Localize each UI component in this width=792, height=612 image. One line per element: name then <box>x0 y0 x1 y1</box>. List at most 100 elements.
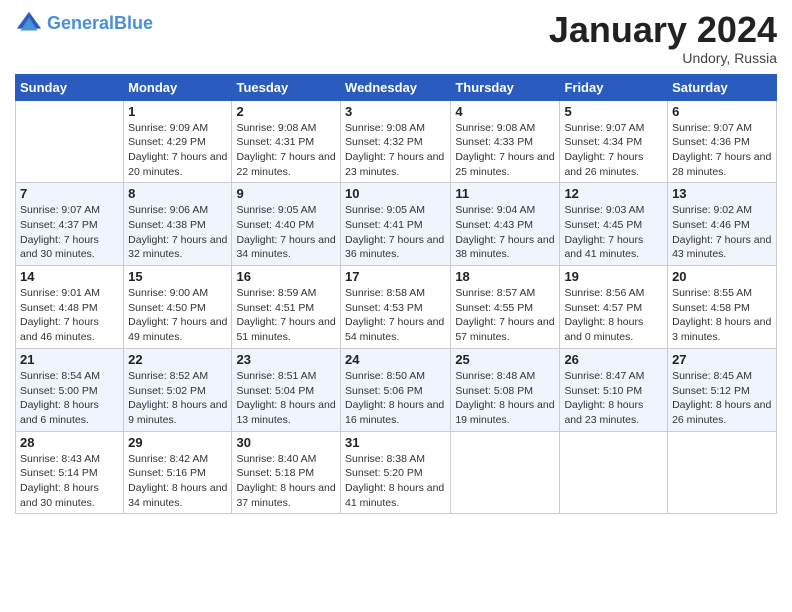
day-number: 2 <box>236 104 336 119</box>
day-number: 28 <box>20 435 119 450</box>
day-info: Sunrise: 8:43 AMSunset: 5:14 PMDaylight:… <box>20 452 119 511</box>
title-section: January 2024 Undory, Russia <box>549 10 777 66</box>
calendar-cell: 3 Sunrise: 9:08 AMSunset: 4:32 PMDaylight… <box>341 100 451 183</box>
calendar-cell: 21 Sunrise: 8:54 AMSunset: 5:00 PMDayligh… <box>16 348 124 431</box>
logo-line2: Blue <box>114 13 153 33</box>
day-number: 11 <box>455 186 555 201</box>
day-number: 27 <box>672 352 772 367</box>
day-number: 24 <box>345 352 446 367</box>
day-number: 19 <box>564 269 663 284</box>
day-info: Sunrise: 8:40 AMSunset: 5:18 PMDaylight:… <box>236 452 336 511</box>
calendar-cell: 10 Sunrise: 9:05 AMSunset: 4:41 PMDayligh… <box>341 183 451 266</box>
calendar-cell: 27 Sunrise: 8:45 AMSunset: 5:12 PMDayligh… <box>668 348 777 431</box>
weekday-header: Tuesday <box>232 74 341 100</box>
calendar-cell <box>451 431 560 514</box>
logo: GeneralBlue <box>15 10 153 38</box>
weekday-header: Thursday <box>451 74 560 100</box>
day-info: Sunrise: 9:08 AMSunset: 4:33 PMDaylight:… <box>455 121 555 180</box>
day-info: Sunrise: 9:08 AMSunset: 4:32 PMDaylight:… <box>345 121 446 180</box>
calendar-cell: 12 Sunrise: 9:03 AMSunset: 4:45 PMDayligh… <box>560 183 668 266</box>
logo-icon <box>15 10 43 38</box>
day-number: 31 <box>345 435 446 450</box>
calendar-cell: 22 Sunrise: 8:52 AMSunset: 5:02 PMDayligh… <box>124 348 232 431</box>
calendar-cell: 1 Sunrise: 9:09 AMSunset: 4:29 PMDaylight… <box>124 100 232 183</box>
day-number: 21 <box>20 352 119 367</box>
calendar-cell: 24 Sunrise: 8:50 AMSunset: 5:06 PMDayligh… <box>341 348 451 431</box>
calendar-cell: 14 Sunrise: 9:01 AMSunset: 4:48 PMDayligh… <box>16 266 124 349</box>
weekday-header: Friday <box>560 74 668 100</box>
day-info: Sunrise: 8:54 AMSunset: 5:00 PMDaylight:… <box>20 369 119 428</box>
day-number: 15 <box>128 269 227 284</box>
calendar-cell: 16 Sunrise: 8:59 AMSunset: 4:51 PMDayligh… <box>232 266 341 349</box>
header: GeneralBlue January 2024 Undory, Russia <box>15 10 777 66</box>
calendar-cell: 4Sunrise: 9:08 AMSunset: 4:33 PMDaylight… <box>451 100 560 183</box>
day-number: 10 <box>345 186 446 201</box>
day-info: Sunrise: 8:45 AMSunset: 5:12 PMDaylight:… <box>672 369 772 428</box>
calendar-cell: 15 Sunrise: 9:00 AMSunset: 4:50 PMDayligh… <box>124 266 232 349</box>
calendar-cell: 25Sunrise: 8:48 AMSunset: 5:08 PMDayligh… <box>451 348 560 431</box>
day-info: Sunrise: 9:07 AMSunset: 4:37 PMDaylight:… <box>20 203 119 262</box>
month-title: January 2024 <box>549 10 777 50</box>
calendar-cell <box>560 431 668 514</box>
calendar-cell <box>668 431 777 514</box>
day-number: 13 <box>672 186 772 201</box>
day-number: 25 <box>455 352 555 367</box>
logo-text: GeneralBlue <box>47 14 153 34</box>
day-info: Sunrise: 8:50 AMSunset: 5:06 PMDaylight:… <box>345 369 446 428</box>
day-info: Sunrise: 9:07 AMSunset: 4:34 PMDaylight:… <box>564 121 663 180</box>
day-number: 16 <box>236 269 336 284</box>
calendar-cell: 18 Sunrise: 8:57 AMSunset: 4:55 PMDayligh… <box>451 266 560 349</box>
day-info: Sunrise: 9:05 AMSunset: 4:41 PMDaylight:… <box>345 203 446 262</box>
calendar-week-row: 21 Sunrise: 8:54 AMSunset: 5:00 PMDayligh… <box>16 348 777 431</box>
day-number: 12 <box>564 186 663 201</box>
day-number: 29 <box>128 435 227 450</box>
day-number: 5 <box>564 104 663 119</box>
calendar-cell <box>16 100 124 183</box>
day-info: Sunrise: 9:06 AMSunset: 4:38 PMDaylight:… <box>128 203 227 262</box>
calendar-cell: 17Sunrise: 8:58 AMSunset: 4:53 PMDayligh… <box>341 266 451 349</box>
page: GeneralBlue January 2024 Undory, Russia … <box>0 0 792 612</box>
calendar-week-row: 1 Sunrise: 9:09 AMSunset: 4:29 PMDaylight… <box>16 100 777 183</box>
calendar-cell: 29Sunrise: 8:42 AMSunset: 5:16 PMDayligh… <box>124 431 232 514</box>
day-info: Sunrise: 9:05 AMSunset: 4:40 PMDaylight:… <box>236 203 336 262</box>
calendar-week-row: 14 Sunrise: 9:01 AMSunset: 4:48 PMDayligh… <box>16 266 777 349</box>
day-info: Sunrise: 9:02 AMSunset: 4:46 PMDaylight:… <box>672 203 772 262</box>
day-number: 1 <box>128 104 227 119</box>
day-info: Sunrise: 8:52 AMSunset: 5:02 PMDaylight:… <box>128 369 227 428</box>
day-number: 26 <box>564 352 663 367</box>
day-number: 30 <box>236 435 336 450</box>
day-number: 18 <box>455 269 555 284</box>
day-number: 7 <box>20 186 119 201</box>
location: Undory, Russia <box>549 50 777 66</box>
day-info: Sunrise: 9:04 AMSunset: 4:43 PMDaylight:… <box>455 203 555 262</box>
day-number: 6 <box>672 104 772 119</box>
calendar-cell: 28 Sunrise: 8:43 AMSunset: 5:14 PMDayligh… <box>16 431 124 514</box>
logo-line1: General <box>47 13 114 33</box>
calendar-cell: 7 Sunrise: 9:07 AMSunset: 4:37 PMDaylight… <box>16 183 124 266</box>
day-info: Sunrise: 9:07 AMSunset: 4:36 PMDaylight:… <box>672 121 772 180</box>
calendar-cell: 31Sunrise: 8:38 AMSunset: 5:20 PMDayligh… <box>341 431 451 514</box>
calendar-week-row: 7 Sunrise: 9:07 AMSunset: 4:37 PMDaylight… <box>16 183 777 266</box>
day-info: Sunrise: 9:09 AMSunset: 4:29 PMDaylight:… <box>128 121 227 180</box>
calendar-cell: 19 Sunrise: 8:56 AMSunset: 4:57 PMDayligh… <box>560 266 668 349</box>
day-number: 22 <box>128 352 227 367</box>
day-info: Sunrise: 9:08 AMSunset: 4:31 PMDaylight:… <box>236 121 336 180</box>
day-number: 14 <box>20 269 119 284</box>
calendar-header-row: SundayMondayTuesdayWednesdayThursdayFrid… <box>16 74 777 100</box>
day-info: Sunrise: 9:00 AMSunset: 4:50 PMDaylight:… <box>128 286 227 345</box>
calendar-table: SundayMondayTuesdayWednesdayThursdayFrid… <box>15 74 777 515</box>
day-number: 20 <box>672 269 772 284</box>
calendar-week-row: 28 Sunrise: 8:43 AMSunset: 5:14 PMDayligh… <box>16 431 777 514</box>
calendar-cell: 13 Sunrise: 9:02 AMSunset: 4:46 PMDayligh… <box>668 183 777 266</box>
day-info: Sunrise: 8:59 AMSunset: 4:51 PMDaylight:… <box>236 286 336 345</box>
day-info: Sunrise: 8:57 AMSunset: 4:55 PMDaylight:… <box>455 286 555 345</box>
day-info: Sunrise: 9:03 AMSunset: 4:45 PMDaylight:… <box>564 203 663 262</box>
calendar-cell: 30 Sunrise: 8:40 AMSunset: 5:18 PMDayligh… <box>232 431 341 514</box>
weekday-header: Sunday <box>16 74 124 100</box>
day-info: Sunrise: 8:51 AMSunset: 5:04 PMDaylight:… <box>236 369 336 428</box>
weekday-header: Saturday <box>668 74 777 100</box>
day-number: 3 <box>345 104 446 119</box>
day-info: Sunrise: 9:01 AMSunset: 4:48 PMDaylight:… <box>20 286 119 345</box>
day-info: Sunrise: 8:56 AMSunset: 4:57 PMDaylight:… <box>564 286 663 345</box>
weekday-header: Wednesday <box>341 74 451 100</box>
